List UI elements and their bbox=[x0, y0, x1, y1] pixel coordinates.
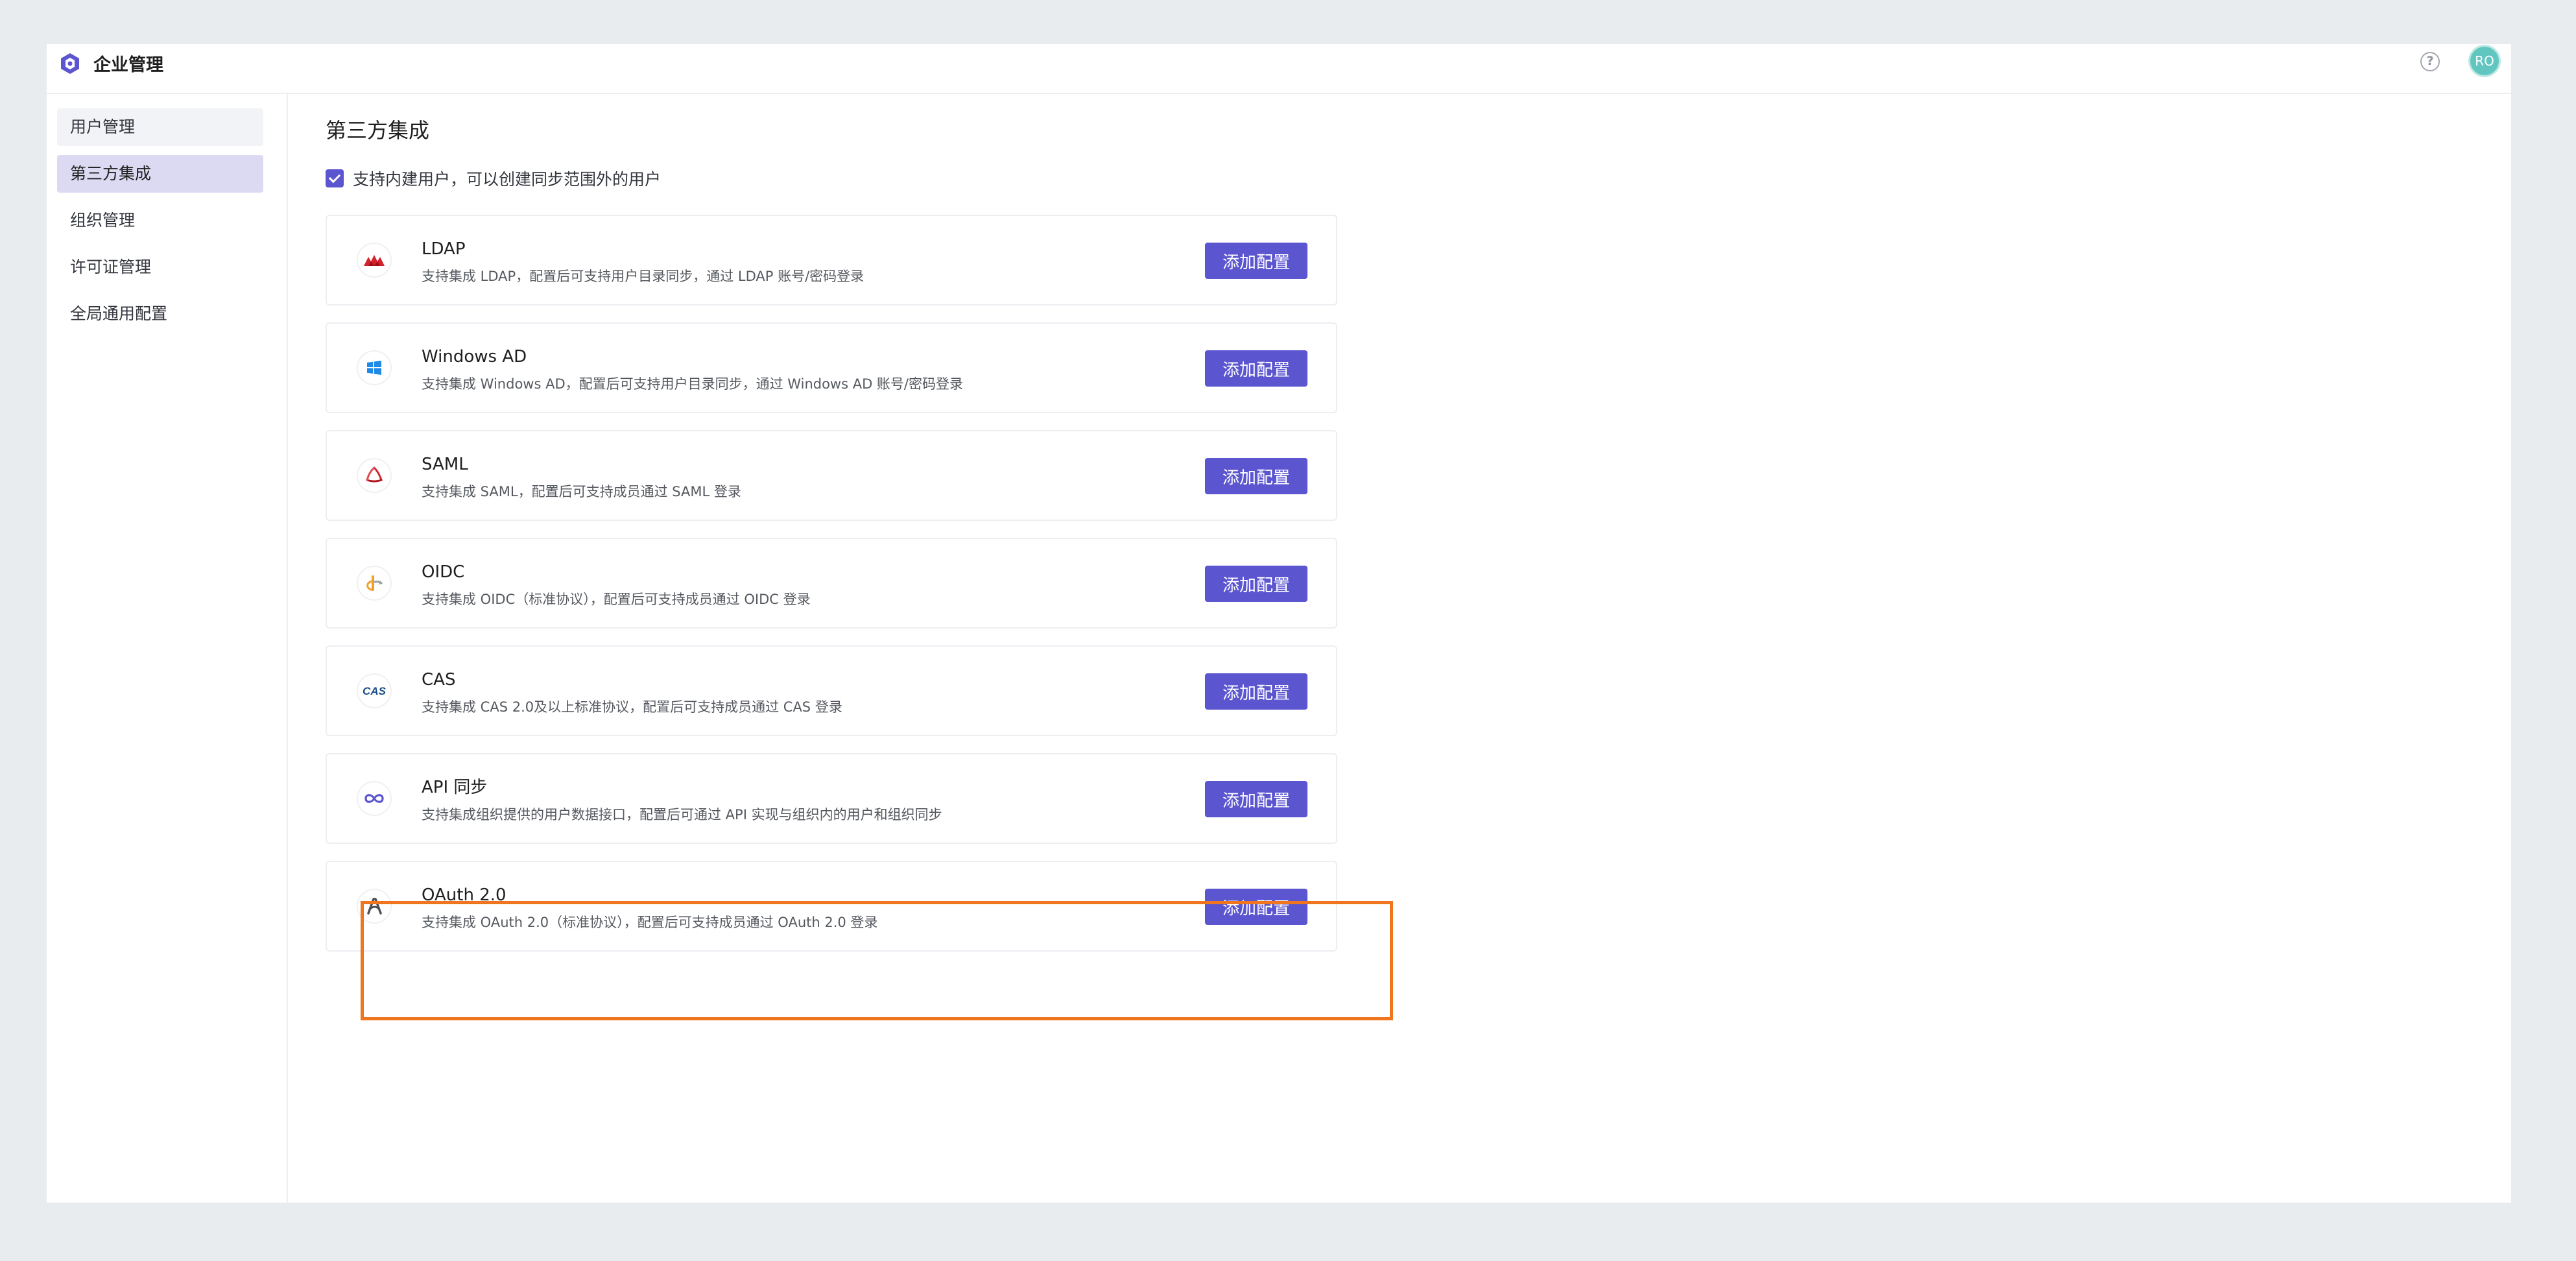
integration-description: 支持集成组织提供的用户数据接口，配置后可通过 API 实现与组织内的用户和组织同… bbox=[422, 807, 942, 823]
integration-card-saml: SAML 支持集成 SAML，配置后可支持成员通过 SAML 登录 添加配置 bbox=[326, 430, 1337, 521]
add-config-button-windows-ad[interactable]: 添加配置 bbox=[1205, 350, 1307, 387]
integration-name: OAuth 2.0 bbox=[422, 885, 507, 905]
integration-description: 支持集成 SAML，配置后可支持成员通过 SAML 登录 bbox=[422, 484, 741, 499]
integration-name: OIDC bbox=[422, 562, 465, 582]
integration-card-api-sync: API 同步 支持集成组织提供的用户数据接口，配置后可通过 API 实现与组织内… bbox=[326, 753, 1337, 844]
integration-description: 支持集成 Windows AD，配置后可支持用户目录同步，通过 Windows … bbox=[422, 376, 964, 392]
integration-description: 支持集成 LDAP，配置后可支持用户目录同步，通过 LDAP 账号/密码登录 bbox=[422, 269, 865, 284]
help-icon[interactable]: ? bbox=[2420, 52, 2440, 71]
ldap-icon bbox=[357, 243, 392, 278]
integration-description: 支持集成 OAuth 2.0（标准协议），配置后可支持成员通过 OAuth 2.… bbox=[422, 915, 878, 930]
add-config-button-oidc[interactable]: 添加配置 bbox=[1205, 566, 1307, 602]
integration-name: SAML bbox=[422, 455, 468, 474]
integration-card-windows-ad: Windows AD 支持集成 Windows AD，配置后可支持用户目录同步，… bbox=[326, 322, 1337, 413]
sidebar: 用户管理 第三方集成 组织管理 许可证管理 全局通用配置 bbox=[47, 93, 288, 1203]
builtin-users-checkbox[interactable] bbox=[326, 169, 344, 187]
add-config-button-oauth[interactable]: 添加配置 bbox=[1205, 889, 1307, 925]
infinity-icon bbox=[357, 781, 392, 816]
sidebar-item-user-management[interactable]: 用户管理 bbox=[57, 108, 263, 146]
sidebar-item-third-party-integration[interactable]: 第三方集成 bbox=[57, 155, 263, 193]
svg-text:CAS: CAS bbox=[363, 685, 387, 697]
windows-icon bbox=[357, 350, 392, 385]
main-content: 第三方集成 支持内建用户，可以创建同步范围外的用户 LDAP 支持集成 LDAP… bbox=[288, 93, 2511, 1203]
oauth-icon bbox=[357, 889, 392, 924]
sidebar-item-license-management[interactable]: 许可证管理 bbox=[57, 248, 263, 286]
cas-icon: CAS bbox=[357, 673, 392, 708]
builtin-users-checkbox-label: 支持内建用户，可以创建同步范围外的用户 bbox=[353, 170, 662, 189]
app-window: 企业管理 ? RO 用户管理 第三方集成 组织管理 许可证管理 全局通用配置 第… bbox=[47, 44, 2511, 1203]
add-config-button-api-sync[interactable]: 添加配置 bbox=[1205, 781, 1307, 817]
integration-name: CAS bbox=[422, 670, 456, 690]
add-config-button-saml[interactable]: 添加配置 bbox=[1205, 458, 1307, 494]
integration-name: API 同步 bbox=[422, 778, 488, 797]
integration-card-cas: CAS CAS 支持集成 CAS 2.0及以上标准协议，配置后可支持成员通过 C… bbox=[326, 645, 1337, 736]
avatar[interactable]: RO bbox=[2468, 45, 2501, 77]
integration-card-ldap: LDAP 支持集成 LDAP，配置后可支持用户目录同步，通过 LDAP 账号/密… bbox=[326, 215, 1337, 306]
top-header: 企业管理 ? RO bbox=[47, 44, 2511, 94]
add-config-button-ldap[interactable]: 添加配置 bbox=[1205, 243, 1307, 279]
integration-name: Windows AD bbox=[422, 347, 527, 366]
saml-icon bbox=[357, 458, 392, 493]
integration-card-oidc: OIDC 支持集成 OIDC（标准协议），配置后可支持成员通过 OIDC 登录 … bbox=[326, 538, 1337, 629]
integration-description: 支持集成 CAS 2.0及以上标准协议，配置后可支持成员通过 CAS 登录 bbox=[422, 699, 842, 715]
page-title: 第三方集成 bbox=[326, 118, 430, 143]
integration-name: LDAP bbox=[422, 239, 466, 259]
hexagon-logo-icon bbox=[61, 53, 79, 74]
app-title: 企业管理 bbox=[93, 55, 163, 75]
integration-card-oauth: OAuth 2.0 支持集成 OAuth 2.0（标准协议），配置后可支持成员通… bbox=[326, 861, 1337, 952]
sidebar-item-organization-management[interactable]: 组织管理 bbox=[57, 202, 263, 239]
oidc-icon bbox=[357, 566, 392, 601]
integration-description: 支持集成 OIDC（标准协议），配置后可支持成员通过 OIDC 登录 bbox=[422, 592, 811, 607]
add-config-button-cas[interactable]: 添加配置 bbox=[1205, 673, 1307, 710]
sidebar-item-global-settings[interactable]: 全局通用配置 bbox=[57, 295, 263, 333]
builtin-users-option[interactable]: 支持内建用户，可以创建同步范围外的用户 bbox=[326, 167, 661, 190]
